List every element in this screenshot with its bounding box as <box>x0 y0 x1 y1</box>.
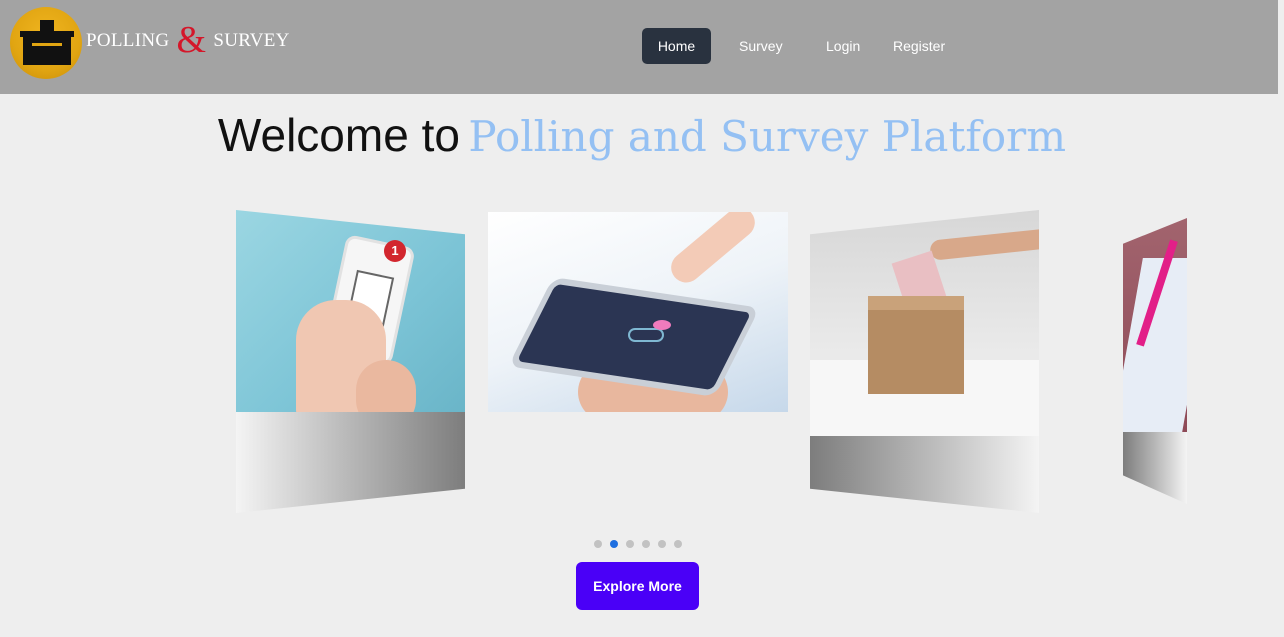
slide-reflection <box>236 412 465 513</box>
carousel-dot-1[interactable] <box>594 540 602 548</box>
carousel-dot-2[interactable] <box>610 540 618 548</box>
image-carousel[interactable]: 1 <box>0 200 1284 520</box>
brand-ampersand: & <box>176 19 207 61</box>
carousel-dot-5[interactable] <box>658 540 666 548</box>
explore-more-button[interactable]: Explore More <box>576 562 699 610</box>
brand-name[interactable]: POLLING & SURVEY <box>86 21 290 59</box>
nav-register-link[interactable]: Register <box>893 28 945 64</box>
carousel-dot-3[interactable] <box>626 540 634 548</box>
nav-survey-link[interactable]: Survey <box>739 28 783 64</box>
ballot-box-image <box>810 210 1039 440</box>
tablet-voting-image <box>488 212 788 412</box>
slide-reflection <box>810 436 1039 513</box>
nav-login-link[interactable]: Login <box>826 28 860 64</box>
nav-home-link[interactable]: Home <box>642 28 711 64</box>
title-welcome: Welcome to <box>217 109 460 161</box>
brand-word-polling: POLLING <box>86 30 170 51</box>
carousel-slide-4[interactable] <box>1123 218 1187 504</box>
ballot-box-icon[interactable] <box>10 7 82 79</box>
brand-word-survey: SURVEY <box>213 30 290 51</box>
notification-badge: 1 <box>384 240 406 262</box>
slide-reflection <box>1123 432 1187 504</box>
pen-survey-form-image <box>1123 218 1187 438</box>
carousel-slide-1[interactable]: 1 <box>236 210 465 513</box>
top-navbar: POLLING & SURVEY Home Survey Login Regis… <box>0 0 1278 94</box>
carousel-dot-6[interactable] <box>674 540 682 548</box>
title-platform: Polling and Survey Platform <box>468 112 1067 161</box>
carousel-slide-2[interactable] <box>488 212 788 412</box>
carousel-slide-3[interactable] <box>810 210 1039 513</box>
page-title: Welcome to Polling and Survey Platform <box>0 108 1284 162</box>
phone-checklist-image: 1 <box>236 210 465 430</box>
carousel-dot-4[interactable] <box>642 540 650 548</box>
